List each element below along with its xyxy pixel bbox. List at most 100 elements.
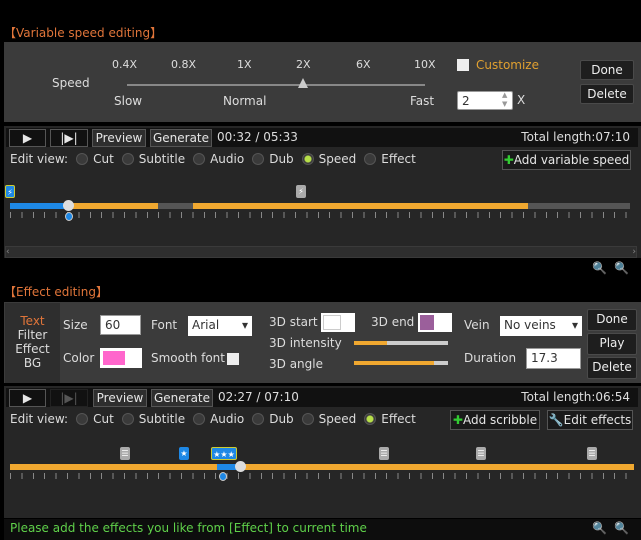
duration-label: Duration	[464, 351, 517, 365]
plus-icon: ✚	[452, 413, 463, 427]
speed-label: Speed	[318, 152, 357, 166]
radio-subtitle[interactable]	[121, 153, 134, 165]
radio-effect[interactable]	[364, 413, 377, 425]
timeline-ruler	[10, 212, 630, 218]
tab-bg[interactable]: BG	[5, 356, 60, 370]
vein-select[interactable]: No veins	[500, 316, 582, 336]
speed-done-button[interactable]: Done	[580, 60, 634, 80]
cut-label: Cut	[93, 412, 114, 426]
tab-filter[interactable]: Filter	[5, 328, 60, 342]
tick-1x: 1X	[237, 58, 252, 71]
zoom-out-icon[interactable]: 🔍	[592, 521, 607, 535]
subtitle-marker-icon[interactable]: ☰	[379, 447, 389, 460]
play-button[interactable]: ▶	[9, 129, 46, 147]
text-effect-marker-icon[interactable]: ★★★	[211, 447, 237, 460]
radio-dub[interactable]	[252, 153, 265, 165]
tab-effect[interactable]: Effect	[5, 342, 60, 356]
color-picker[interactable]	[100, 348, 142, 368]
total-length: Total length:07:10	[521, 130, 630, 144]
subtitle-marker-icon[interactable]: ☰	[587, 447, 597, 460]
dub-label: Dub	[269, 412, 294, 426]
3d-start-label: 3D start	[269, 315, 318, 329]
unit-label: X	[517, 93, 526, 107]
add-scribble-button[interactable]: ✚Add scribble	[450, 410, 540, 430]
speed-section-title: 【Variable speed editing】	[4, 26, 163, 40]
generate-button[interactable]: Generate	[150, 129, 212, 147]
add-variable-speed-label: Add variable speed	[513, 153, 630, 167]
edit-effects-button[interactable]: 🔧Edit effects	[547, 410, 633, 430]
radio-subtitle[interactable]	[121, 413, 134, 425]
tick-0-4x: 0.4X	[112, 58, 138, 71]
edit-view-label: Edit view:	[10, 412, 69, 426]
vein-label: Vein	[464, 318, 490, 332]
add-variable-speed-button[interactable]: ✚Add variable speed	[502, 150, 631, 170]
playhead-handle[interactable]	[63, 200, 74, 211]
playhead-drop-icon[interactable]	[65, 212, 73, 221]
radio-speed[interactable]	[301, 413, 314, 425]
subtitle-label: Subtitle	[138, 412, 186, 426]
horizontal-scrollbar[interactable]: ‹ ›	[5, 246, 637, 258]
effect-delete-button[interactable]: Delete	[587, 357, 637, 379]
subtitle-marker-icon[interactable]: ☰	[476, 447, 486, 460]
customize-checkbox[interactable]	[457, 59, 469, 71]
speed-track[interactable]	[10, 203, 630, 209]
normal-label: Normal	[223, 94, 267, 108]
subtitle-marker-icon[interactable]: ☰	[120, 447, 130, 460]
duration-input[interactable]: 17.3	[526, 348, 581, 369]
effect-play-button[interactable]: Play	[587, 333, 637, 355]
3d-start-picker[interactable]	[321, 313, 355, 332]
audio-label: Audio	[210, 152, 245, 166]
radio-audio[interactable]	[193, 153, 206, 165]
zoom-in-icon[interactable]: 🔍	[614, 521, 629, 535]
radio-effect[interactable]	[364, 153, 377, 165]
3d-start-swatch	[323, 315, 341, 330]
generate-button[interactable]: Generate	[151, 389, 213, 407]
speed-slider[interactable]	[127, 84, 425, 86]
speed-slider-thumb[interactable]	[298, 78, 308, 88]
radio-cut[interactable]	[76, 153, 89, 165]
font-select[interactable]: Arial	[188, 316, 252, 336]
smooth-font-checkbox[interactable]	[227, 353, 239, 365]
tab-text[interactable]: Text	[5, 314, 60, 328]
add-scribble-label: Add scribble	[462, 413, 538, 427]
radio-speed[interactable]	[301, 153, 314, 165]
speed-label: Speed	[318, 412, 357, 426]
edit-effects-label: Edit effects	[563, 413, 632, 427]
spinner-icon[interactable]: ▲ ▼	[502, 91, 507, 109]
step-button[interactable]: |▶|	[50, 129, 88, 147]
3d-end-picker[interactable]	[418, 313, 452, 332]
speed-marker-icon[interactable]: ⚡	[5, 185, 15, 198]
speed-delete-button[interactable]: Delete	[580, 84, 634, 104]
current-time: 00:32 / 05:33	[217, 130, 298, 144]
font-label: Font	[151, 318, 178, 332]
zoom-out-icon[interactable]: 🔍	[592, 261, 607, 275]
total-length: Total length:06:54	[521, 390, 630, 404]
slow-label: Slow	[114, 94, 143, 108]
3d-intensity-label: 3D intensity	[269, 336, 342, 350]
radio-cut[interactable]	[76, 413, 89, 425]
radio-audio[interactable]	[193, 413, 206, 425]
3d-angle-label: 3D angle	[269, 357, 323, 371]
speed-marker-icon[interactable]: ⚡	[296, 185, 306, 198]
play-button[interactable]: ▶	[9, 389, 46, 407]
preview-button[interactable]: Preview	[92, 129, 146, 147]
zoom-in-icon[interactable]: 🔍	[614, 261, 629, 275]
playhead-drop-icon[interactable]	[219, 472, 227, 481]
timeline-ruler	[10, 473, 634, 479]
tick-2x: 2X	[296, 58, 311, 71]
effect-label: Effect	[381, 412, 416, 426]
size-input[interactable]: 60	[100, 315, 141, 335]
edit-view-label: Edit view:	[10, 152, 69, 166]
effect-done-button[interactable]: Done	[587, 309, 637, 331]
radio-dub[interactable]	[252, 413, 265, 425]
effect-marker-icon[interactable]: ★	[179, 447, 189, 460]
cut-label: Cut	[93, 152, 114, 166]
3d-angle-slider[interactable]	[354, 361, 448, 365]
playhead-handle[interactable]	[235, 461, 246, 472]
3d-intensity-slider[interactable]	[354, 341, 448, 345]
effect-track[interactable]	[10, 464, 634, 470]
step-button: |▶|	[50, 389, 88, 407]
edit-view-row: Edit view: Cut Subtitle Audio Dub Speed Effect	[10, 152, 416, 166]
3d-end-swatch	[420, 315, 434, 330]
preview-button[interactable]: Preview	[93, 389, 147, 407]
